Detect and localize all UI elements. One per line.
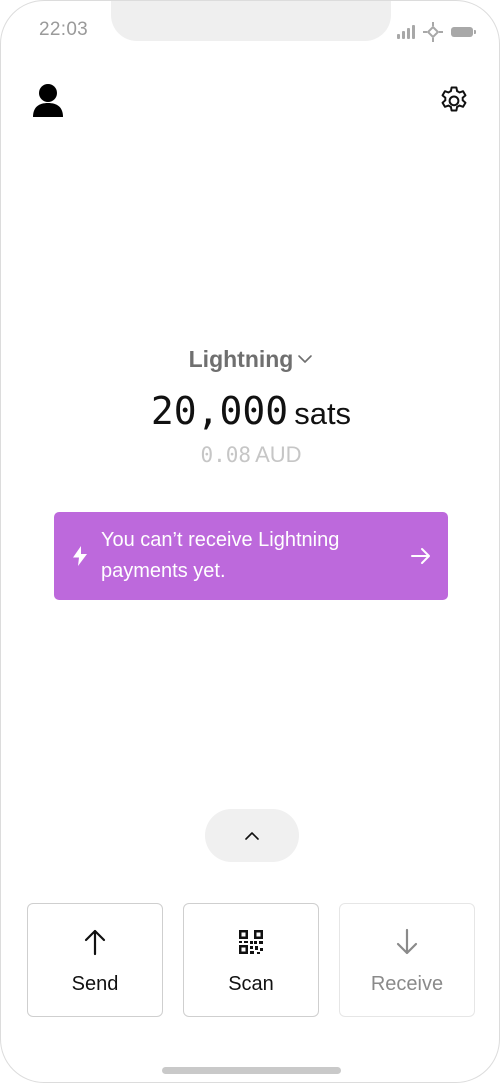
arrow-down-icon	[396, 928, 418, 955]
wallet-selector[interactable]: Lightning	[1, 346, 499, 373]
network-icon	[423, 22, 443, 42]
status-icons	[397, 22, 476, 42]
banner-text: You can’t receive Lightning payments yet…	[101, 529, 340, 582]
fiat-amount: 0.08	[200, 443, 252, 467]
wallet-label: Lightning	[188, 346, 294, 372]
scan-button[interactable]: Scan	[183, 903, 319, 1017]
gear-icon	[441, 86, 467, 112]
phone-screen: 22:03 Lightning 20,000 sats 0.08 AUD You…	[0, 0, 500, 1083]
person-icon	[33, 84, 63, 117]
battery-icon	[451, 27, 476, 37]
receive-warning-banner[interactable]: You can’t receive Lightning payments yet…	[54, 512, 448, 600]
receive-button[interactable]: Receive	[339, 903, 475, 1017]
arrow-up-icon	[84, 929, 106, 956]
home-indicator[interactable]	[162, 1067, 341, 1074]
chevron-up-icon	[245, 831, 259, 840]
lightning-bolt-icon	[73, 546, 87, 566]
send-label: Send	[71, 973, 119, 995]
profile-button[interactable]	[31, 83, 65, 119]
fiat-balance: 0.08 AUD	[1, 442, 499, 468]
device-notch	[111, 1, 391, 41]
send-button[interactable]: Send	[27, 903, 163, 1017]
balance-amount: 20,000	[150, 389, 289, 433]
fiat-unit: AUD	[255, 442, 302, 467]
balance-display[interactable]: 20,000 sats	[1, 389, 499, 433]
settings-button[interactable]	[437, 84, 471, 118]
chevron-down-icon	[298, 355, 313, 363]
cellular-signal-icon	[397, 25, 415, 39]
scan-label: Scan	[228, 973, 274, 995]
balance-unit: sats	[294, 396, 352, 431]
qr-code-icon	[239, 930, 263, 954]
expand-button[interactable]	[205, 809, 299, 862]
receive-label: Receive	[370, 973, 444, 995]
arrow-right-icon	[411, 548, 430, 564]
status-time: 22:03	[39, 19, 89, 40]
